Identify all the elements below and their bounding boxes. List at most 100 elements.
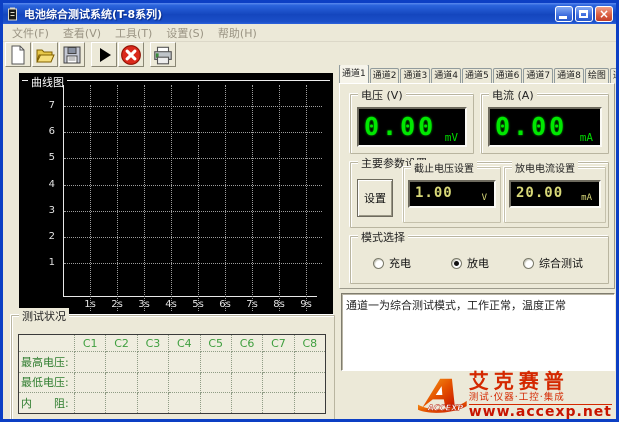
save-button[interactable] bbox=[59, 42, 85, 67]
chart-gridline-vertical bbox=[90, 85, 91, 311]
chart-x-tick-label: 5s bbox=[185, 299, 211, 310]
tab-channel-7[interactable]: 通道7 bbox=[523, 68, 553, 83]
chart-gridline-vertical bbox=[252, 85, 253, 311]
status-value-cell bbox=[106, 393, 137, 414]
new-file-button[interactable] bbox=[5, 42, 31, 67]
mode-radio-charge[interactable]: 充电 bbox=[373, 255, 411, 271]
print-button[interactable] bbox=[150, 42, 176, 67]
discharge-current-value: 20.00 bbox=[516, 185, 563, 201]
discharge-current-group: 放电电流设置 20.00 mA bbox=[504, 167, 606, 223]
tab-channel-2[interactable]: 通道2 bbox=[370, 68, 400, 83]
chart-x-tick-label: 3s bbox=[131, 299, 157, 310]
tab-plot[interactable]: 绘图 bbox=[585, 68, 609, 83]
current-value: 0.00 bbox=[495, 110, 567, 144]
toolbar bbox=[3, 41, 616, 68]
status-row-label: 最高电压: bbox=[19, 352, 75, 373]
chart-gridline-horizontal bbox=[64, 158, 322, 159]
status-value-cell bbox=[263, 372, 294, 393]
new-document-icon bbox=[8, 45, 28, 65]
accexp-wordmark: ACCEXP bbox=[427, 402, 464, 412]
menu-help[interactable]: 帮助(H) bbox=[213, 25, 266, 41]
open-folder-icon bbox=[35, 45, 55, 65]
chart-x-tick-label: 6s bbox=[212, 299, 238, 310]
title-bar[interactable]: 电池综合测试系统(T-8系列) × bbox=[3, 3, 616, 24]
channel1-tab-panel: 电压 (V) 0.00 mV 电流 (A) 0.00 mA 主要参数设置 设置 … bbox=[339, 83, 615, 289]
mode-radio-label: 综合测试 bbox=[539, 255, 583, 271]
chart-gridline-vertical bbox=[279, 85, 280, 311]
test-status-group: 测试状况 C1C2C3C4C5C6C7C8最高电压: 最低电压: 内 阻: bbox=[11, 315, 335, 421]
chart-y-tick-label: 6 bbox=[29, 126, 55, 137]
chart-gridline-horizontal bbox=[64, 132, 322, 133]
logo-brand-name: 艾克赛普 bbox=[469, 370, 612, 392]
status-value-cell bbox=[263, 393, 294, 414]
status-value-cell bbox=[263, 352, 294, 373]
tab-channel-8[interactable]: 通道8 bbox=[554, 68, 584, 83]
current-group-label: 电流 (A) bbox=[489, 87, 537, 103]
voltage-group: 电压 (V) 0.00 mV bbox=[350, 94, 474, 154]
current-display: 0.00 mA bbox=[488, 107, 602, 147]
status-value-cell bbox=[231, 372, 262, 393]
status-column-header: C5 bbox=[200, 335, 231, 352]
status-value-cell bbox=[169, 393, 200, 414]
status-column-header: C4 bbox=[169, 335, 200, 352]
status-value-cell bbox=[75, 352, 106, 373]
stop-icon bbox=[120, 44, 142, 66]
chart-y-tick-label: 7 bbox=[29, 100, 55, 111]
chart-title: 曲线图 bbox=[28, 74, 67, 90]
chart-x-tick-label: 9s bbox=[293, 299, 319, 310]
status-value-cell bbox=[106, 372, 137, 393]
voltage-unit: mV bbox=[445, 131, 458, 144]
status-value-cell bbox=[200, 372, 231, 393]
radio-unchecked-icon bbox=[523, 258, 534, 269]
status-column-header: C2 bbox=[106, 335, 137, 352]
maximize-button[interactable] bbox=[575, 6, 593, 22]
chart-gridline-horizontal bbox=[64, 237, 322, 238]
close-icon: × bbox=[596, 7, 612, 21]
chart-x-tick-label: 4s bbox=[158, 299, 184, 310]
menu-bar: 文件(F)查看(V)工具(T)设置(S)帮助(H) bbox=[3, 24, 616, 42]
chart-gridline-vertical bbox=[117, 85, 118, 311]
minimize-button[interactable] bbox=[555, 6, 573, 22]
close-button[interactable]: × bbox=[595, 6, 613, 22]
chart-y-tick-label: 2 bbox=[29, 231, 55, 242]
tab-general[interactable]: 通用 bbox=[610, 68, 617, 83]
run-button[interactable] bbox=[91, 42, 117, 67]
status-value-cell bbox=[200, 352, 231, 373]
toolbar-separator bbox=[86, 42, 90, 67]
open-file-button[interactable] bbox=[32, 42, 58, 67]
radio-unchecked-icon bbox=[373, 258, 384, 269]
tab-channel-3[interactable]: 通道3 bbox=[400, 68, 430, 83]
menu-view[interactable]: 查看(V) bbox=[58, 25, 110, 41]
cutoff-voltage-label: 截止电压设置 bbox=[411, 160, 477, 175]
current-unit: mA bbox=[580, 131, 593, 144]
status-row-label: 最低电压: bbox=[19, 372, 75, 393]
chart-x-tick-label: 8s bbox=[266, 299, 292, 310]
save-floppy-icon bbox=[62, 45, 82, 65]
maximize-icon bbox=[579, 10, 588, 18]
menu-file[interactable]: 文件(F) bbox=[7, 25, 58, 41]
mode-radio-discharge[interactable]: 放电 bbox=[451, 255, 489, 271]
voltage-value: 0.00 bbox=[364, 110, 436, 144]
status-value-cell bbox=[169, 352, 200, 373]
status-value-cell bbox=[75, 393, 106, 414]
voltage-group-label: 电压 (V) bbox=[358, 87, 406, 103]
test-status-table: C1C2C3C4C5C6C7C8最高电压: 最低电压: 内 阻: bbox=[18, 334, 326, 414]
tab-channel-1[interactable]: 通道1 bbox=[339, 65, 369, 83]
stop-button[interactable] bbox=[118, 42, 144, 67]
tab-channel-4[interactable]: 通道4 bbox=[431, 68, 461, 83]
set-params-button[interactable]: 设置 bbox=[357, 179, 393, 217]
tab-channel-5[interactable]: 通道5 bbox=[462, 68, 492, 83]
status-value-cell bbox=[137, 372, 168, 393]
accexp-logo: ACCEXP 艾克赛普 测试·仪器·工控·集成 www.accexp.net bbox=[418, 369, 612, 421]
menu-tools[interactable]: 工具(T) bbox=[110, 25, 161, 41]
mode-radio-combined-test[interactable]: 综合测试 bbox=[523, 255, 583, 271]
chart-y-axis bbox=[63, 85, 64, 296]
chart-gridline-horizontal bbox=[64, 263, 322, 264]
chart-gridline-horizontal bbox=[64, 211, 322, 212]
tab-channel-6[interactable]: 通道6 bbox=[493, 68, 523, 83]
menu-settings[interactable]: 设置(S) bbox=[161, 25, 213, 41]
status-value-cell bbox=[294, 372, 325, 393]
chart-gridline-vertical bbox=[144, 85, 145, 311]
test-status-title: 测试状况 bbox=[19, 308, 69, 324]
status-message-box[interactable]: 通道一为综合测试模式，工作正常，温度正常 bbox=[341, 293, 615, 371]
